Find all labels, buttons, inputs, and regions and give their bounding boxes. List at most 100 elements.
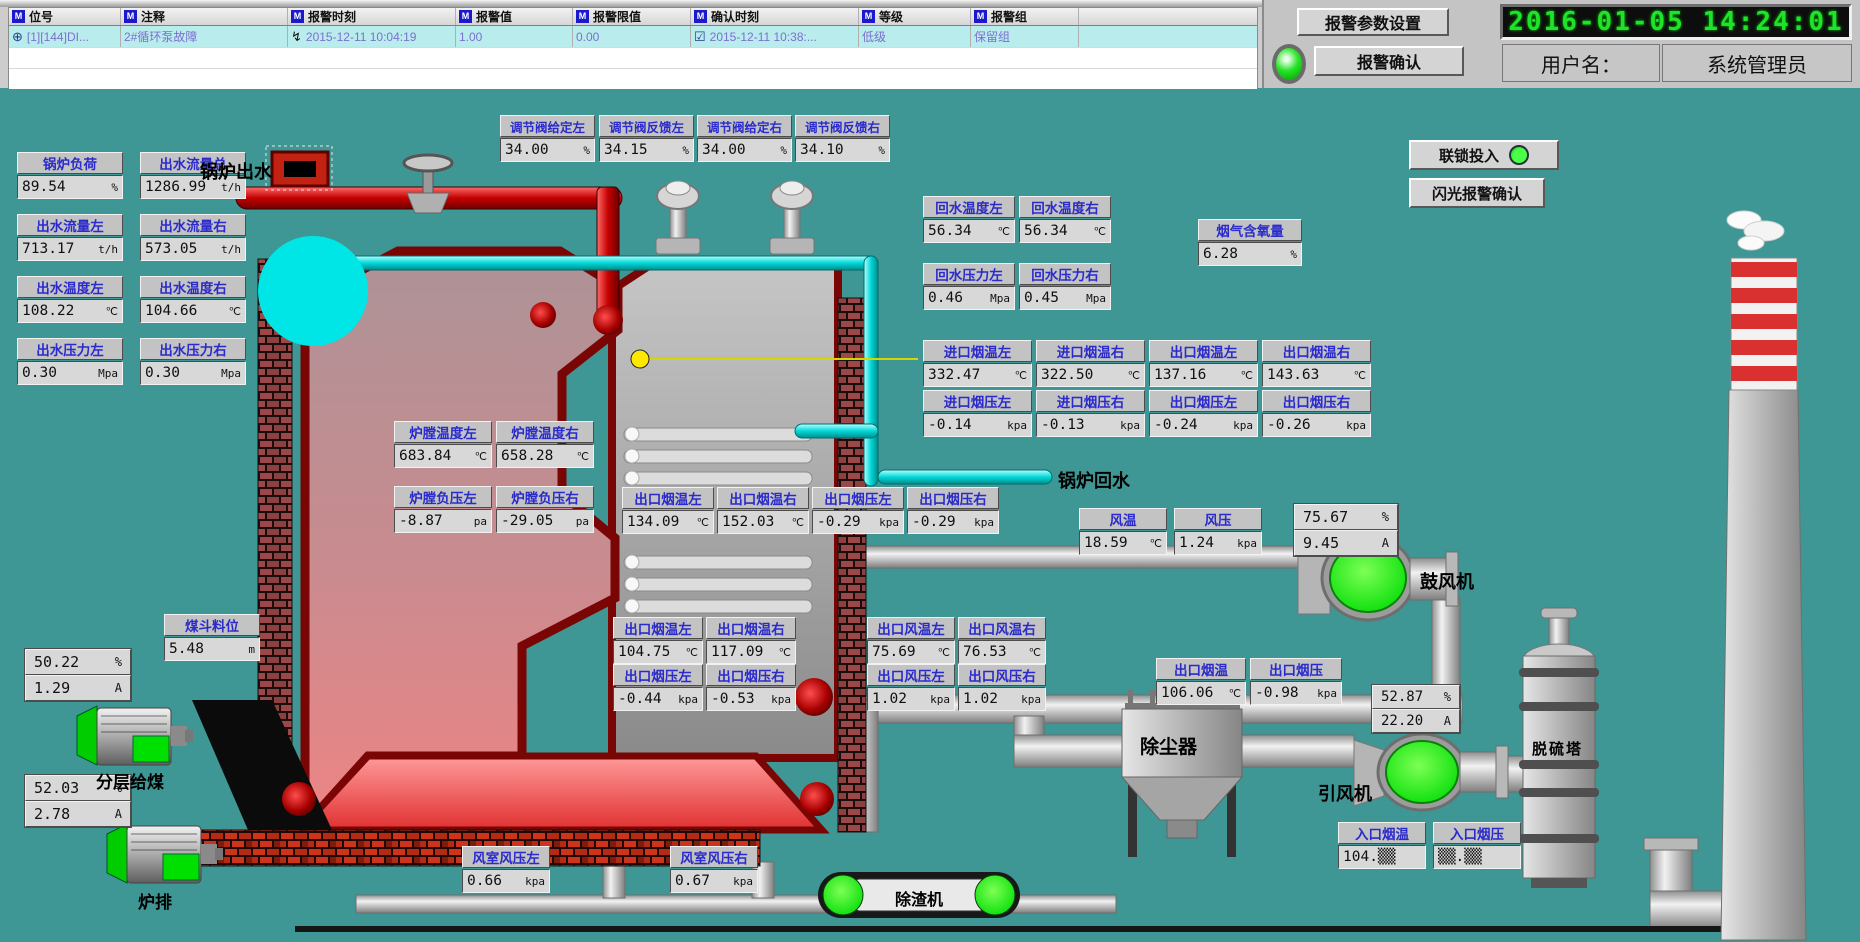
alarm-bell-icon: ⊕ xyxy=(12,30,23,43)
gauge-windbox-press-left: 风室风压左0.66kpa xyxy=(462,846,550,893)
col-header-filler xyxy=(1079,8,1257,25)
boiler-body xyxy=(178,251,866,866)
col-header-alarm-limit[interactable]: M报警限值 xyxy=(573,8,691,25)
gauge-out-flow-right: 出水流量右573.05t/h xyxy=(140,214,246,261)
gauge-inlet-smoke-temp-left: 进口烟温左332.47℃ xyxy=(923,340,1032,387)
col-header-alarm-value[interactable]: M报警值 xyxy=(456,8,573,25)
smoke-puffs xyxy=(1727,211,1784,250)
dust-collector-label: 除尘器 xyxy=(1140,732,1197,759)
gauge-chimney-inlet-smoke-temp: 入口烟温104.▒▒ xyxy=(1338,822,1426,869)
interlock-label: 联锁投入 xyxy=(1439,145,1499,166)
coal-feeder-label: 分层给煤 xyxy=(96,768,164,793)
outlet-device xyxy=(266,146,332,190)
gauge-outlet-smoke-temp-left-hi: 出口烟温左137.16℃ xyxy=(1149,340,1258,387)
column-icon: M xyxy=(12,10,25,23)
gauge-flue-oxygen: 烟气含氧量6.28% xyxy=(1198,219,1302,266)
gauge-outlet-smoke-press-right-lo: 出口烟压右-0.53kpa xyxy=(706,664,796,711)
meter-id-fan: 52.87% 22.20A xyxy=(1371,684,1461,734)
gauge-valve-set-left: 调节阀给定左34.00% xyxy=(500,115,595,162)
alarm-row[interactable]: ⊕[1][144]DI... 2#循环泵故障 ↯2015-12-11 10:04… xyxy=(9,26,1257,47)
coal-feeder-motor xyxy=(77,706,193,765)
column-icon: M xyxy=(291,10,304,23)
grate-label: 炉排 xyxy=(138,888,172,913)
tube-bank-lower xyxy=(624,555,812,613)
steam-drum xyxy=(258,236,368,346)
alarm-banner: M位号 M注释 M报警时刻 M报警值 M报警限值 M确认时刻 M等级 M报警组 … xyxy=(0,0,1860,88)
flash-alarm-ack-button[interactable]: 闪光报警确认 xyxy=(1409,178,1545,208)
username-label: 用户名： xyxy=(1502,44,1660,82)
tube-bank-upper xyxy=(624,427,812,485)
trend-step-icon: ↯ xyxy=(291,30,302,43)
alarm-row-empty xyxy=(9,47,1257,68)
column-icon: M xyxy=(576,10,589,23)
gauge-air-press: 风压1.24kpa xyxy=(1174,508,1262,555)
column-icon: M xyxy=(124,10,137,23)
gauge-inlet-smoke-press-left: 进口烟压左-0.14kpa xyxy=(923,390,1032,437)
gauge-out-temp-left: 出水温度左108.22℃ xyxy=(17,276,123,323)
plant-mimic-diagram xyxy=(0,0,1860,942)
boiler-outlet-label: 锅炉出水 xyxy=(200,158,272,184)
meter-blower: 75.67% 9.45A xyxy=(1293,503,1399,557)
gauge-outlet-smoke-press-left-hi: 出口烟压左-0.24kpa xyxy=(1149,390,1258,437)
gauge-air-temp: 风温18.59℃ xyxy=(1079,508,1167,555)
desulfur-tower-label: 脱硫塔 xyxy=(1532,738,1583,759)
gauge-outlet-air-press-left: 出口风压左1.02kpa xyxy=(867,664,955,711)
alarm-ack-button[interactable]: 报警确认 xyxy=(1314,46,1464,76)
col-header-comment[interactable]: M注释 xyxy=(121,8,288,25)
gauge-return-press-left: 回水压力左0.46Mpa xyxy=(923,263,1015,310)
col-header-group[interactable]: M报警组 xyxy=(971,8,1079,25)
gauge-outlet-smoke-press-left-lo: 出口烟压左-0.44kpa xyxy=(613,664,703,711)
column-icon: M xyxy=(694,10,707,23)
gauge-furnace-press-right: 炉膛负压右-29.05pa xyxy=(496,486,594,533)
gauge-furnace-temp-left: 炉膛温度左683.84℃ xyxy=(394,421,492,468)
alarm-param-settings-button[interactable]: 报警参数设置 xyxy=(1297,8,1449,36)
gauge-out-press-left: 出水压力左0.30Mpa xyxy=(17,338,123,385)
gauge-outlet-air-temp-right: 出口风温右76.53℃ xyxy=(958,617,1046,664)
gauge-outlet-smoke-press-right-mid: 出口烟压右-0.29kpa xyxy=(907,487,999,534)
gauge-out-flow-left: 出水流量左713.17t/h xyxy=(17,214,123,261)
gauge-valve-fb-right: 调节阀反馈右34.10% xyxy=(795,115,890,162)
gauge-outlet-smoke-press-right-hi: 出口烟压右-0.26kpa xyxy=(1262,390,1371,437)
gauge-chimney-inlet-smoke-press: 入口烟压▒▒.▒▒ xyxy=(1433,822,1521,869)
boiler-hmi-screen: { "alarm_table": { "header_icon": "M", "… xyxy=(0,0,1860,942)
interlock-engage-button[interactable]: 联锁投入 xyxy=(1409,140,1559,170)
alarm-table: M位号 M注释 M报警时刻 M报警值 M报警限值 M确认时刻 M等级 M报警组 … xyxy=(8,7,1258,88)
alarm-row-empty xyxy=(9,68,1257,89)
interlock-status-lamp xyxy=(1509,145,1529,165)
gauge-inlet-smoke-press-right: 进口烟压右-0.13kpa xyxy=(1036,390,1145,437)
slag-remover-label: 除渣机 xyxy=(869,886,969,910)
safety-valve-2 xyxy=(770,181,814,254)
gauge-outlet-air-temp-left: 出口风温左75.69℃ xyxy=(867,617,955,664)
gauge-coal-hopper-level: 煤斗料位5.48m xyxy=(164,614,260,661)
blower-label: 鼓风机 xyxy=(1420,568,1474,594)
ack-checkbox-icon: ☑ xyxy=(694,30,706,43)
gauge-boiler-load: 锅炉负荷89.54% xyxy=(17,152,123,199)
gate-valve xyxy=(404,155,452,213)
gauge-outlet-smoke-temp-left-mid: 出口烟温左134.09℃ xyxy=(622,487,714,534)
gauge-furnace-temp-right: 炉膛温度右658.28℃ xyxy=(496,421,594,468)
col-header-alarm-time[interactable]: M报警时刻 xyxy=(288,8,456,25)
col-header-level[interactable]: M等级 xyxy=(859,8,971,25)
gauge-dc-outlet-smoke-temp: 出口烟温106.06℃ xyxy=(1156,658,1246,705)
chimney xyxy=(1721,211,1806,940)
column-icon: M xyxy=(862,10,875,23)
gauge-outlet-air-press-right: 出口风压右1.02kpa xyxy=(958,664,1046,711)
gauge-valve-fb-left: 调节阀反馈左34.15% xyxy=(599,115,694,162)
column-icon: M xyxy=(974,10,987,23)
col-header-tag[interactable]: M位号 xyxy=(9,8,121,25)
gauge-out-temp-right: 出水温度右104.66℃ xyxy=(140,276,246,323)
col-header-ack-time[interactable]: M确认时刻 xyxy=(691,8,859,25)
alarm-banner-scroll-strip[interactable] xyxy=(0,0,1262,7)
safety-valve-1 xyxy=(656,181,700,254)
gauge-outlet-smoke-temp-left-lo: 出口烟温左104.75℃ xyxy=(613,617,703,664)
id-fan xyxy=(1354,734,1508,810)
dust-collector xyxy=(1122,690,1242,857)
gauge-return-press-right: 回水压力右0.45Mpa xyxy=(1019,263,1111,310)
gauge-outlet-smoke-press-left-mid: 出口烟压左-0.29kpa xyxy=(812,487,904,534)
id-fan-label: 引风机 xyxy=(1318,780,1372,806)
gauge-valve-set-right: 调节阀给定右34.00% xyxy=(697,115,792,162)
gauge-return-temp-left: 回水温度左56.34℃ xyxy=(923,196,1015,243)
gauge-dc-outlet-smoke-press: 出口烟压-0.98kpa xyxy=(1250,658,1342,705)
datetime-display: 2016-01-05 14:24:01 xyxy=(1500,4,1852,40)
gauge-outlet-smoke-temp-right-hi: 出口烟温右143.63℃ xyxy=(1262,340,1371,387)
